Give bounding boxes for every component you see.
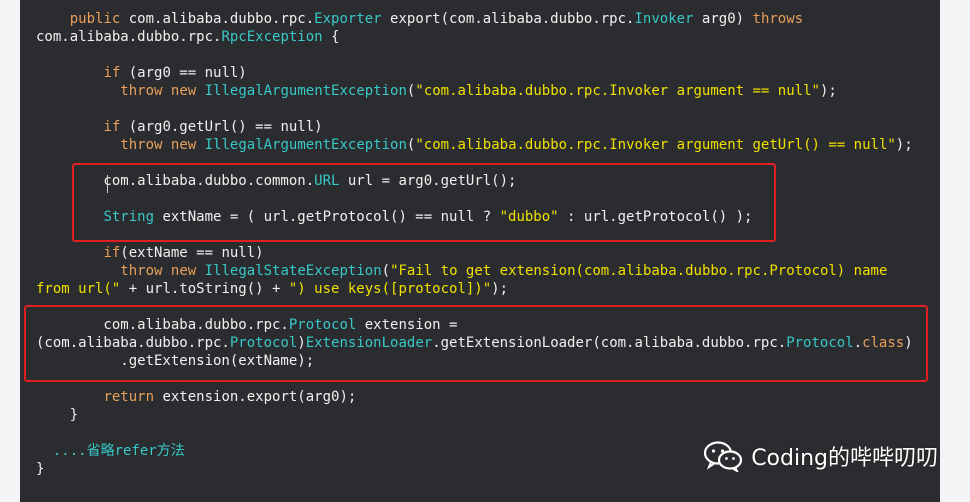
code-line: from url(" + url.toString() + ") use key… [36,280,930,298]
code-token: from url(" [36,281,121,297]
code-token: IllegalArgumentException [204,83,407,99]
code-token: + url.toString() + [120,281,289,297]
code-line: throw new IllegalArgumentException("com.… [36,136,930,154]
code-token: throw [120,263,163,279]
code-line: if(extName == null) [36,244,930,262]
code-token: "Fail to get extension(com.alibaba.dubbo… [390,263,888,279]
code-token: RpcException [221,29,323,45]
code-token: (arg0.getUrl() == null) [120,119,323,135]
code-token: ); [491,281,509,297]
code-token: if [103,245,121,261]
code-token: IllegalStateException [204,263,382,279]
highlight-box-extension [24,305,928,382]
wechat-icon [704,441,743,472]
code-token: arg0) [693,11,753,27]
code-token: export(com.alibaba.dubbo.rpc. [381,11,635,27]
watermark: Coding的哔哔叨叨 [703,438,938,474]
code-line: } [36,406,930,424]
code-token: throws [752,11,804,27]
code-token: } [36,407,79,423]
code-line: return extension.export(arg0); [36,388,930,406]
code-token: throw [120,83,163,99]
code-token: throw [120,137,163,153]
code-token: "com.alibaba.dubbo.rpc.Invoker argument … [415,137,896,153]
code-block: public com.alibaba.dubbo.rpc.Exporter ex… [36,10,930,478]
code-token: (arg0 == null) [120,65,247,81]
code-token: new [170,137,197,153]
code-token: new [170,263,197,279]
code-token: ") use keys([protocol])" [288,281,492,297]
code-token: if [103,119,121,135]
code-token: com.alibaba.dubbo.rpc. [36,29,222,45]
code-token: extension.export(arg0); [154,389,357,405]
highlight-box-url [72,163,776,242]
code-line: throw new IllegalArgumentException("com.… [36,82,930,100]
code-line: public com.alibaba.dubbo.rpc.Exporter ex… [36,10,930,28]
code-token: ); [819,83,837,99]
code-editor: public com.alibaba.dubbo.rpc.Exporter ex… [20,0,940,502]
code-token: new [170,83,197,99]
code-line: throw new IllegalStateException("Fail to… [36,262,930,280]
code-line: com.alibaba.dubbo.rpc.RpcException { [36,28,930,46]
code-line: if (arg0.getUrl() == null) [36,118,930,136]
code-token: return [103,389,155,405]
code-token: } [36,461,45,477]
code-token: Invoker [634,11,694,27]
code-token: Exporter [314,11,382,27]
code-token: (extName == null) [120,245,264,261]
code-token: com.alibaba.dubbo.rpc. [120,11,315,27]
code-token: ( [381,263,391,279]
code-token: public [69,11,121,27]
code-token: if [103,65,121,81]
code-token: IllegalArgumentException [204,137,407,153]
code-token: { [322,29,340,45]
code-line: if (arg0 == null) [36,64,930,82]
watermark-text: Coding的哔哔叨叨 [751,446,938,471]
code-token: "com.alibaba.dubbo.rpc.Invoker argument … [415,83,820,99]
code-token: ); [895,137,913,153]
code-token: ....省略refer方法 [36,443,185,459]
